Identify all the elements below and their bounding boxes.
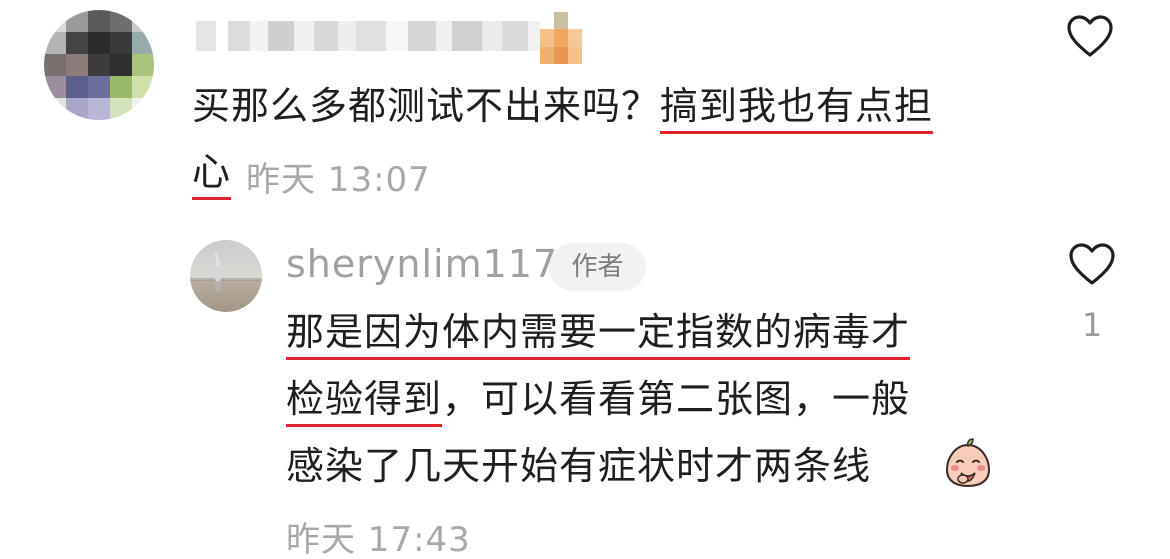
reply-body-line1: 那是因为体内需要一定指数的病毒才 xyxy=(286,300,910,364)
comment-text-highlighted-2: 心 xyxy=(192,150,232,194)
commenter-avatar[interactable] xyxy=(44,10,154,120)
reply-body-line2: 检验得到，可以看看第二张图，一般 xyxy=(286,367,910,431)
reply-like-count: 1 xyxy=(1082,306,1103,344)
reply-username[interactable]: sherynlim117 xyxy=(286,242,558,286)
reply-text-plain-3: 感染了几天开始有症状时才两条线 xyxy=(286,444,872,488)
reply-timestamp: 昨天 17:43 xyxy=(286,520,471,559)
commenter-name-blurred[interactable] xyxy=(196,14,582,58)
comment-thread: 买那么多都测试不出来吗？搞到我也有点担 心 昨天 13:07 sherynlim… xyxy=(0,0,1170,559)
like-heart-icon[interactable] xyxy=(1066,14,1114,58)
comment-text-highlighted: 搞到我也有点担 xyxy=(660,84,934,128)
reply-body-line3: 感染了几天开始有症状时才两条线 xyxy=(286,434,871,498)
reply-author-avatar[interactable] xyxy=(190,240,262,312)
reply-text-plain-2: ，可以看看第二张图，一般 xyxy=(442,377,911,421)
comment-body: 买那么多都测试不出来吗？搞到我也有点担 xyxy=(192,74,933,138)
commenter-badge-icon xyxy=(540,12,582,64)
reply-text-highlighted-2: 检验得到 xyxy=(286,377,443,421)
reply-text-highlighted-1: 那是因为体内需要一定指数的病毒才 xyxy=(286,310,911,354)
comment-timestamp: 昨天 13:07 xyxy=(246,160,431,200)
reply-like-heart-icon[interactable] xyxy=(1068,242,1116,286)
blushing-peach-emoji-icon xyxy=(945,438,991,488)
author-badge: 作者 xyxy=(549,243,646,291)
comment-text-plain: 买那么多都测试不出来吗？ xyxy=(192,84,661,128)
comment-body-line2: 心 xyxy=(192,140,231,204)
